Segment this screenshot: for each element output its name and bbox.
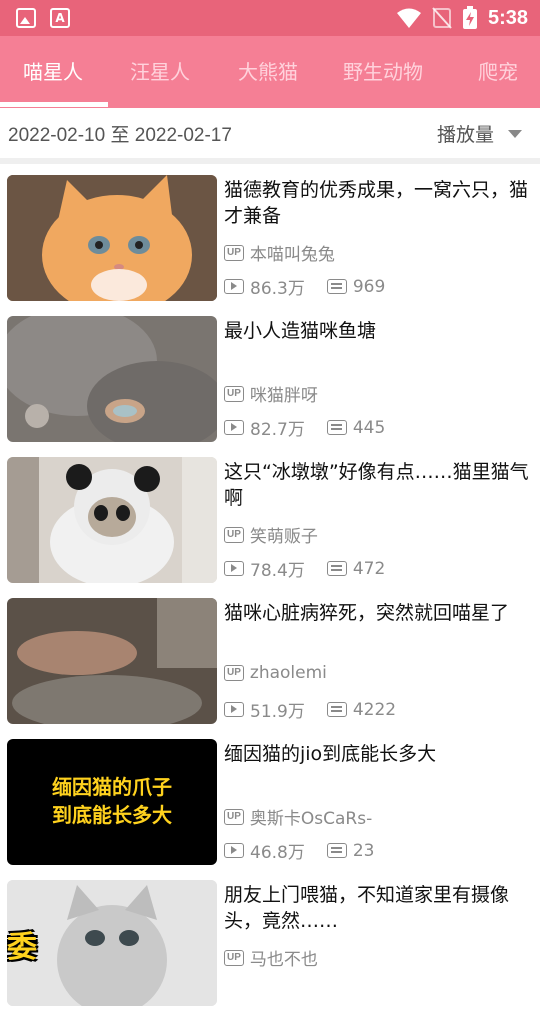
font-icon: A (50, 8, 70, 28)
video-title[interactable]: 最小人造猫咪鱼塘 (224, 318, 530, 344)
uploader-name[interactable]: 笑萌贩子 (250, 522, 318, 547)
thumbnail-caption: 委 屈 (7, 930, 97, 965)
video-item[interactable]: 缅因猫的爪子 到底能长多大 缅因猫的jio到底能长多大 UP 奥斯卡OsCaRs… (0, 728, 540, 869)
caret-down-icon (508, 129, 522, 138)
no-sim-icon (432, 7, 452, 29)
play-count: 46.8万 (250, 843, 305, 863)
play-count: 51.9万 (250, 702, 305, 722)
status-bar: A 5:38 (0, 0, 540, 36)
video-title[interactable]: 缅因猫的jio到底能长多大 (224, 741, 530, 767)
filter-bar: 2022-02-10 至 2022-02-17 播放量 (0, 108, 540, 158)
uploader-badge: UP (224, 808, 244, 825)
uploader-badge: UP (224, 385, 244, 402)
video-title[interactable]: 猫咪心脏病猝死，突然就回喵星了 (224, 600, 530, 626)
video-title[interactable]: 朋友上门喂猫，不知道家里有摄像头，竟然…… (224, 882, 530, 934)
date-range[interactable]: 2022-02-10 至 2022-02-17 (8, 120, 232, 147)
uploader-name[interactable]: 奥斯卡OsCaRs- (250, 804, 372, 829)
uploader-badge: UP (224, 244, 244, 261)
video-thumbnail[interactable]: 缅因猫的爪子 到底能长多大 (7, 739, 217, 865)
image-icon (16, 8, 36, 28)
tab-reptiles[interactable]: 爬宠 (478, 36, 518, 108)
play-count: 86.3万 (250, 279, 305, 299)
thumbnail-caption: 缅因猫的爪子 到底能长多大 (52, 775, 172, 827)
danmaku-icon (326, 702, 347, 717)
video-item[interactable]: 猫咪心脏病猝死，突然就回喵星了 UP zhaolemi 51.9万 4222 (0, 587, 540, 728)
uploader-name[interactable]: 本喵叫兔兔 (250, 240, 335, 265)
danmaku-count: 445 (352, 417, 386, 438)
video-thumbnail[interactable] (7, 598, 217, 724)
uploader-badge: UP (224, 665, 244, 681)
play-count-icon (224, 843, 244, 858)
video-title[interactable]: 这只“冰墩墩”好像有点……猫里猫气啊 (224, 459, 530, 511)
uploader-name[interactable]: zhaolemi (250, 663, 327, 683)
uploader-badge: UP (224, 526, 244, 543)
active-tab-indicator (0, 102, 108, 107)
video-item[interactable]: 这只“冰墩墩”好像有点……猫里猫气啊 UP 笑萌贩子 78.4万 472 (0, 446, 540, 587)
danmaku-count: 23 (352, 840, 375, 861)
play-count-icon (224, 420, 244, 435)
play-count: 78.4万 (250, 561, 305, 581)
play-count-icon (224, 279, 244, 294)
play-count-icon (224, 702, 244, 717)
video-item[interactable]: 最小人造猫咪鱼塘 UP 咪猫胖呀 82.7万 445 (0, 305, 540, 446)
video-thumbnail[interactable] (7, 175, 217, 301)
clock: 5:38 (487, 6, 528, 29)
sort-label: 播放量 (436, 124, 494, 146)
tab-cats[interactable]: 喵星人 (23, 36, 83, 108)
video-thumbnail[interactable] (7, 316, 217, 442)
danmaku-count: 472 (352, 558, 386, 579)
video-item[interactable]: 猫德教育的优秀成果，一窝六只，猫才兼备 UP 本喵叫兔兔 86.3万 969 (0, 164, 540, 305)
play-count-icon (224, 561, 244, 576)
tab-wild-animals[interactable]: 野生动物 (343, 36, 423, 108)
danmaku-count: 969 (352, 276, 386, 297)
danmaku-icon (326, 420, 347, 435)
uploader-badge: UP (224, 949, 244, 966)
danmaku-count: 4222 (352, 699, 397, 720)
video-thumbnail[interactable]: 委 屈 (7, 880, 217, 1006)
danmaku-icon (326, 843, 347, 858)
uploader-name[interactable]: 马也不也 (250, 945, 318, 970)
uploader-name[interactable]: 咪猫胖呀 (250, 381, 318, 406)
battery-charging-icon (462, 6, 477, 29)
sort-dropdown[interactable]: 播放量 (437, 120, 522, 147)
tab-dogs[interactable]: 汪星人 (130, 36, 190, 108)
video-item[interactable]: 委 屈 朋友上门喂猫，不知道家里有摄像头，竟然…… UP 马也不也 (0, 869, 540, 1010)
video-title[interactable]: 猫德教育的优秀成果，一窝六只，猫才兼备 (224, 177, 530, 229)
video-thumbnail[interactable] (7, 457, 217, 583)
category-tabs: 喵星人 汪星人 大熊猫 野生动物 爬宠 (0, 36, 540, 108)
wifi-icon (396, 8, 421, 28)
tab-pandas[interactable]: 大熊猫 (238, 36, 298, 108)
danmaku-icon (326, 279, 347, 294)
play-count: 82.7万 (250, 420, 305, 440)
danmaku-icon (326, 561, 347, 576)
